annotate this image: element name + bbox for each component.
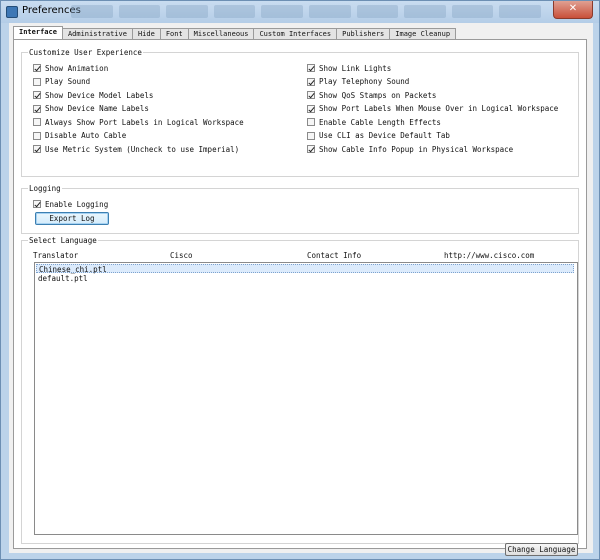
checkbox-check-icon[interactable] <box>307 104 315 113</box>
checkbox-label: Show Cable Info Popup in Physical Worksp… <box>319 144 514 154</box>
checkbox-show-animation[interactable]: Show Animation <box>33 63 108 73</box>
checkbox-label: Play Sound <box>45 77 91 86</box>
checkbox-check-icon[interactable] <box>33 91 41 99</box>
enable-logging-checkbox[interactable]: Enable Logging <box>33 199 108 209</box>
logging-group: Logging Enable Logging Export Log <box>21 184 579 234</box>
checkbox-check-icon[interactable] <box>307 131 315 140</box>
language-list-item[interactable]: default.ptl <box>36 274 574 283</box>
checkbox-label: Show Port Labels When Mouse Over in Logi… <box>319 104 559 113</box>
checkbox-label: Always Show Port Labels in Logical Works… <box>45 117 244 127</box>
tab-hide[interactable]: Hide <box>131 28 161 39</box>
checkbox-disable-auto-cable[interactable]: Disable Auto Cable <box>33 131 126 141</box>
tab-interface[interactable]: Interface <box>13 26 63 39</box>
language-group: Select Language Translator Cisco Contact… <box>21 236 579 556</box>
tab-image-cleanup[interactable]: Image Cleanup <box>389 28 457 39</box>
checkbox-label: Show Device Model Labels <box>45 90 154 100</box>
enable-logging-label: Enable Logging <box>45 199 109 209</box>
checkbox-show-qos-stamps-on-packets[interactable]: Show QoS Stamps on Packets <box>307 90 436 100</box>
checkbox-check-icon[interactable] <box>33 64 41 72</box>
checkbox-label: Show Animation <box>45 63 109 73</box>
checkbox-always-show-port-labels-in-logical-workspace[interactable]: Always Show Port Labels in Logical Works… <box>33 117 244 127</box>
preferences-window: Preferences ✕ Interface Administrative Hid… <box>0 0 600 560</box>
checkbox-play-sound[interactable]: Play Sound <box>33 77 90 87</box>
checkbox-label: Enable Cable Length Effects <box>319 117 441 127</box>
change-language-button[interactable]: Change Language <box>505 543 578 556</box>
tab-custom-interfaces[interactable]: Custom Interfaces <box>253 28 338 39</box>
title-bar[interactable]: Preferences ✕ <box>1 1 599 23</box>
checkbox-label: Show Link Lights <box>319 63 392 73</box>
checkbox-check-icon[interactable] <box>307 91 315 99</box>
url-header: http://www.cisco.com <box>444 251 535 260</box>
tab-font[interactable]: Font <box>159 28 189 39</box>
checkbox-check-icon[interactable] <box>307 77 315 86</box>
publisher-header: Cisco <box>170 251 193 260</box>
export-log-button[interactable]: Export Log <box>35 212 109 225</box>
translator-header: Translator <box>33 251 79 260</box>
language-list[interactable]: Chinese_chi.ptl default.ptl <box>34 262 578 535</box>
checkbox-check-icon[interactable] <box>307 64 315 72</box>
tab-administrative[interactable]: Administrative <box>61 28 133 39</box>
checkbox-enable-cable-length-effects[interactable]: Enable Cable Length Effects <box>307 117 441 127</box>
checkbox-label: Show Device Name Labels <box>45 104 149 113</box>
language-legend: Select Language <box>28 236 98 245</box>
checkbox-check-icon[interactable] <box>307 145 315 153</box>
interface-tab-panel: Customize User Experience Show Animation… <box>13 39 587 556</box>
logging-legend: Logging <box>28 184 62 193</box>
tab-miscellaneous[interactable]: Miscellaneous <box>187 28 255 39</box>
language-list-item[interactable]: Chinese_chi.ptl <box>36 264 574 274</box>
checkbox-check-icon[interactable] <box>307 118 315 126</box>
checkbox-label: Play Telephony Sound <box>319 77 410 86</box>
taskbar-reflection <box>71 5 541 18</box>
checkbox-show-device-model-labels[interactable]: Show Device Model Labels <box>33 90 153 100</box>
checkbox-label: Use Metric System (Uncheck to use Imperi… <box>45 144 240 154</box>
checkbox-show-device-name-labels[interactable]: Show Device Name Labels <box>33 104 149 114</box>
enable-logging-check-icon[interactable] <box>33 200 41 208</box>
client-area: Interface Administrative Hide Font Miscellan… <box>9 23 593 556</box>
checkbox-label: Use CLI as Device Default Tab <box>319 131 450 140</box>
checkbox-use-metric-system-uncheck-to-use-imperial[interactable]: Use Metric System (Uncheck to use Imperi… <box>33 144 239 154</box>
app-icon <box>6 6 18 18</box>
customize-group: Customize User Experience Show Animation… <box>21 48 579 177</box>
contact-info-header: Contact Info <box>307 251 362 260</box>
checkbox-label: Show QoS Stamps on Packets <box>319 90 437 100</box>
checkbox-check-icon[interactable] <box>33 104 41 113</box>
checkbox-check-icon[interactable] <box>33 118 41 126</box>
checkbox-play-telephony-sound[interactable]: Play Telephony Sound <box>307 77 409 87</box>
customize-legend: Customize User Experience <box>28 48 143 57</box>
checkbox-check-icon[interactable] <box>33 77 41 86</box>
checkbox-show-cable-info-popup-in-physical-workspace[interactable]: Show Cable Info Popup in Physical Worksp… <box>307 144 513 154</box>
checkbox-label: Disable Auto Cable <box>45 131 127 140</box>
checkbox-check-icon[interactable] <box>33 145 41 153</box>
checkbox-show-port-labels-when-mouse-over-in-logical-workspace[interactable]: Show Port Labels When Mouse Over in Logi… <box>307 104 558 114</box>
tab-publishers[interactable]: Publishers <box>336 28 391 39</box>
checkbox-show-link-lights[interactable]: Show Link Lights <box>307 63 391 73</box>
checkbox-use-cli-as-device-default-tab[interactable]: Use CLI as Device Default Tab <box>307 131 450 141</box>
close-icon[interactable]: ✕ <box>553 1 593 19</box>
tab-bar: Interface Administrative Hide Font Miscellan… <box>13 26 457 39</box>
checkbox-check-icon[interactable] <box>33 131 41 140</box>
